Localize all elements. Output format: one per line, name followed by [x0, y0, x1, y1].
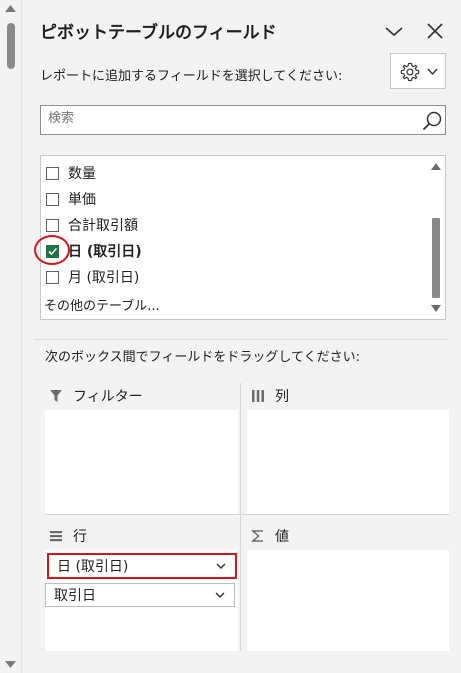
search-icon[interactable] [421, 110, 443, 132]
row-field-label: 取引日 [54, 588, 96, 604]
section-divider [34, 339, 449, 340]
field-item[interactable]: 月 (取引日) [46, 266, 139, 288]
field-list[interactable]: 数量 単価 合計取引額 日 (取引日) 月 (取引日) その他のテーブル... [40, 155, 446, 320]
field-item[interactable]: 合計取引額 [46, 214, 138, 236]
row-field-date-dropdown[interactable]: 取引日 [45, 583, 235, 607]
filters-area-label: フィルター [73, 389, 143, 405]
field-list-scroll-thumb[interactable] [432, 218, 440, 298]
field-label: 日 (取引日) [68, 244, 142, 260]
row-field-day-dropdown[interactable]: 日 (取引日) [47, 553, 237, 579]
rows-area-label: 行 [73, 529, 87, 545]
highlight-circle-annotation [34, 235, 70, 265]
filters-area[interactable]: フィルター [45, 382, 238, 515]
more-tables-link[interactable]: その他のテーブル... [44, 295, 160, 314]
panel-scroll-thumb[interactable] [7, 23, 15, 69]
sigma-icon [251, 530, 263, 542]
field-search-box[interactable] [40, 105, 446, 135]
columns-icon [252, 390, 264, 402]
field-checkbox[interactable] [46, 270, 59, 284]
filter-icon [50, 390, 62, 402]
chevron-down-icon [427, 68, 438, 76]
field-checkbox[interactable] [46, 192, 59, 206]
chevron-down-icon[interactable] [215, 591, 225, 599]
field-label: 単価 [68, 192, 96, 208]
columns-area-header: 列 [247, 382, 449, 410]
gear-icon [400, 62, 420, 82]
rows-icon [50, 531, 62, 542]
values-drop-zone[interactable] [247, 550, 449, 651]
area-horizontal-divider [45, 514, 449, 515]
field-item[interactable]: 数量 [46, 162, 96, 184]
panel-title: ピボットテーブルのフィールド [40, 23, 277, 43]
values-area-header: 値 [247, 522, 449, 550]
field-item[interactable]: 単価 [46, 188, 96, 210]
columns-area[interactable]: 列 [247, 382, 449, 515]
field-label: 数量 [68, 166, 96, 182]
row-field-label: 日 (取引日) [57, 559, 129, 575]
area-vertical-divider [240, 383, 241, 651]
close-icon[interactable] [424, 20, 446, 42]
field-list-scrollbar[interactable] [427, 156, 445, 319]
rows-area-header: 行 [45, 522, 238, 550]
drag-instruction: 次のボックス間でフィールドをドラッグしてください: [45, 350, 360, 365]
filters-area-header: フィルター [45, 382, 238, 410]
field-instruction: レポートに追加するフィールドを選択してください: [40, 69, 343, 84]
search-input[interactable] [48, 111, 408, 126]
values-area-label: 値 [275, 529, 289, 545]
scroll-up-arrow-icon[interactable] [431, 162, 441, 170]
task-pane-options-chevron-icon[interactable] [383, 20, 405, 42]
columns-drop-zone[interactable] [247, 410, 449, 515]
panel-scrollbar[interactable] [0, 0, 22, 673]
field-label: 合計取引額 [68, 218, 138, 234]
columns-area-label: 列 [275, 389, 289, 405]
scroll-down-arrow-icon[interactable] [431, 305, 441, 313]
scroll-up-arrow-icon[interactable] [4, 2, 17, 14]
filters-drop-zone[interactable] [45, 410, 238, 515]
values-area[interactable]: 値 [247, 522, 449, 651]
field-label: 月 (取引日) [68, 270, 140, 286]
field-checkbox[interactable] [46, 218, 59, 232]
field-checkbox[interactable] [46, 166, 59, 180]
chevron-down-icon[interactable] [216, 562, 226, 570]
scroll-down-arrow-icon[interactable] [4, 659, 17, 671]
tools-settings-button[interactable] [390, 53, 446, 89]
